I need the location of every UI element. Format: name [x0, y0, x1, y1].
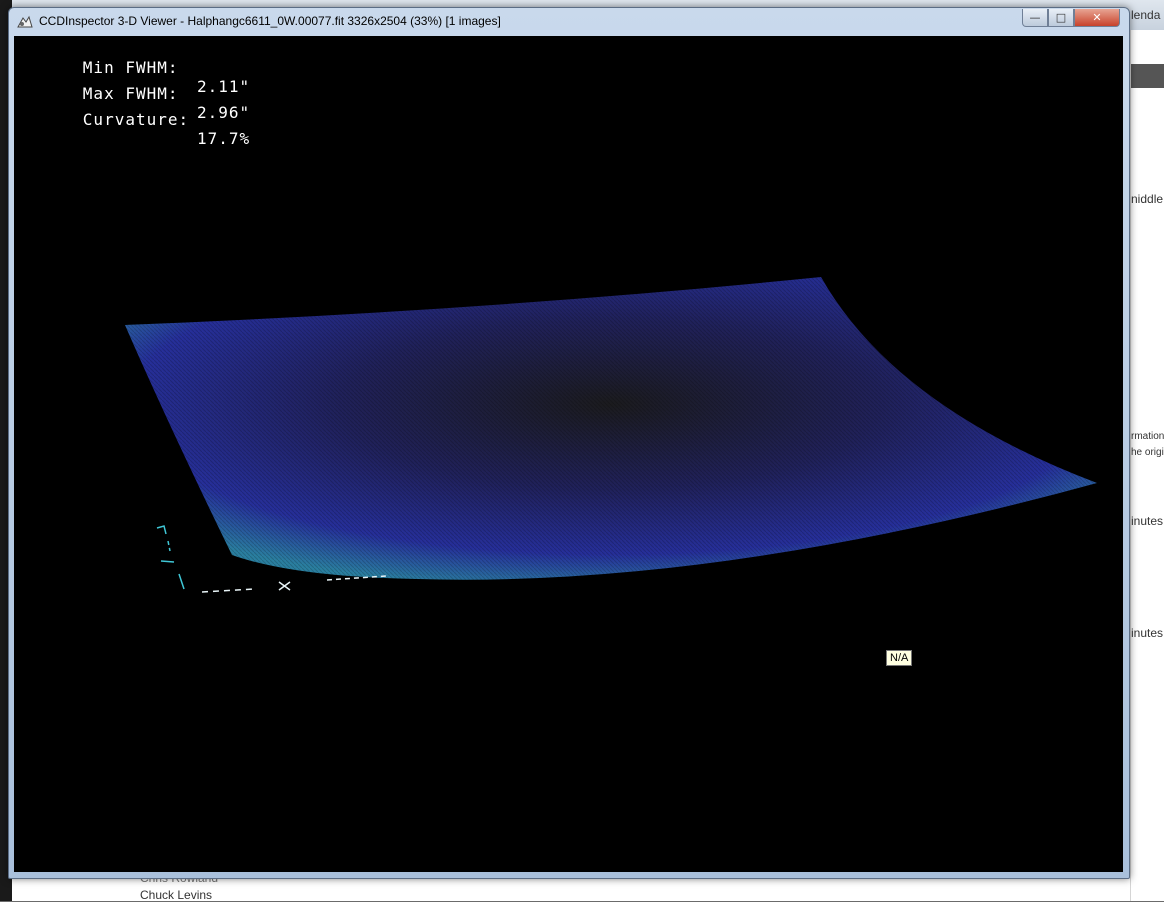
background-text: inutes — [1131, 626, 1164, 640]
background-text: lenda — [1131, 8, 1161, 22]
tooltip: N/A — [886, 650, 913, 666]
axis-indicator-white — [201, 575, 387, 593]
background-text: he origi — [1131, 447, 1164, 458]
maximize-button[interactable]: □ — [1048, 9, 1074, 27]
close-button[interactable]: ✕ — [1074, 9, 1120, 27]
app-icon — [17, 15, 33, 28]
max-fwhm-value: 2.96" — [197, 103, 251, 122]
background-toolbar-bar — [1131, 64, 1164, 88]
3d-viewport[interactable]: Min FWHM: 2.11" Max FWHM: 2.96" Curvatur… — [14, 36, 1123, 872]
maximize-icon: □ — [1055, 11, 1067, 24]
axis-indicator — [156, 525, 185, 590]
background-text: Chuck Levins — [140, 888, 213, 902]
curvature-stat: Curvature: 17.7% — [19, 91, 249, 167]
surface-mesh-texture — [125, 277, 1097, 580]
background-text: niddle — [1131, 192, 1164, 206]
viewer-window: CCDInspector 3-D Viewer - Halphangc6611_… — [8, 7, 1130, 879]
background-text: inutes — [1131, 514, 1164, 528]
curvature-label: Curvature: — [82, 110, 190, 129]
curvature-value: 17.7% — [197, 129, 251, 148]
min-fwhm-value: 2.11" — [197, 77, 251, 96]
window-title: CCDInspector 3-D Viewer - Halphangc6611_… — [39, 14, 501, 28]
title-bar[interactable]: CCDInspector 3-D Viewer - Halphangc6611_… — [9, 8, 1129, 36]
minimize-button[interactable]: — — [1022, 9, 1048, 27]
minimize-icon: — — [1029, 11, 1041, 24]
close-icon: ✕ — [1092, 11, 1102, 24]
background-text: rmation — [1131, 431, 1164, 442]
background-right-strip — [1130, 30, 1164, 901]
